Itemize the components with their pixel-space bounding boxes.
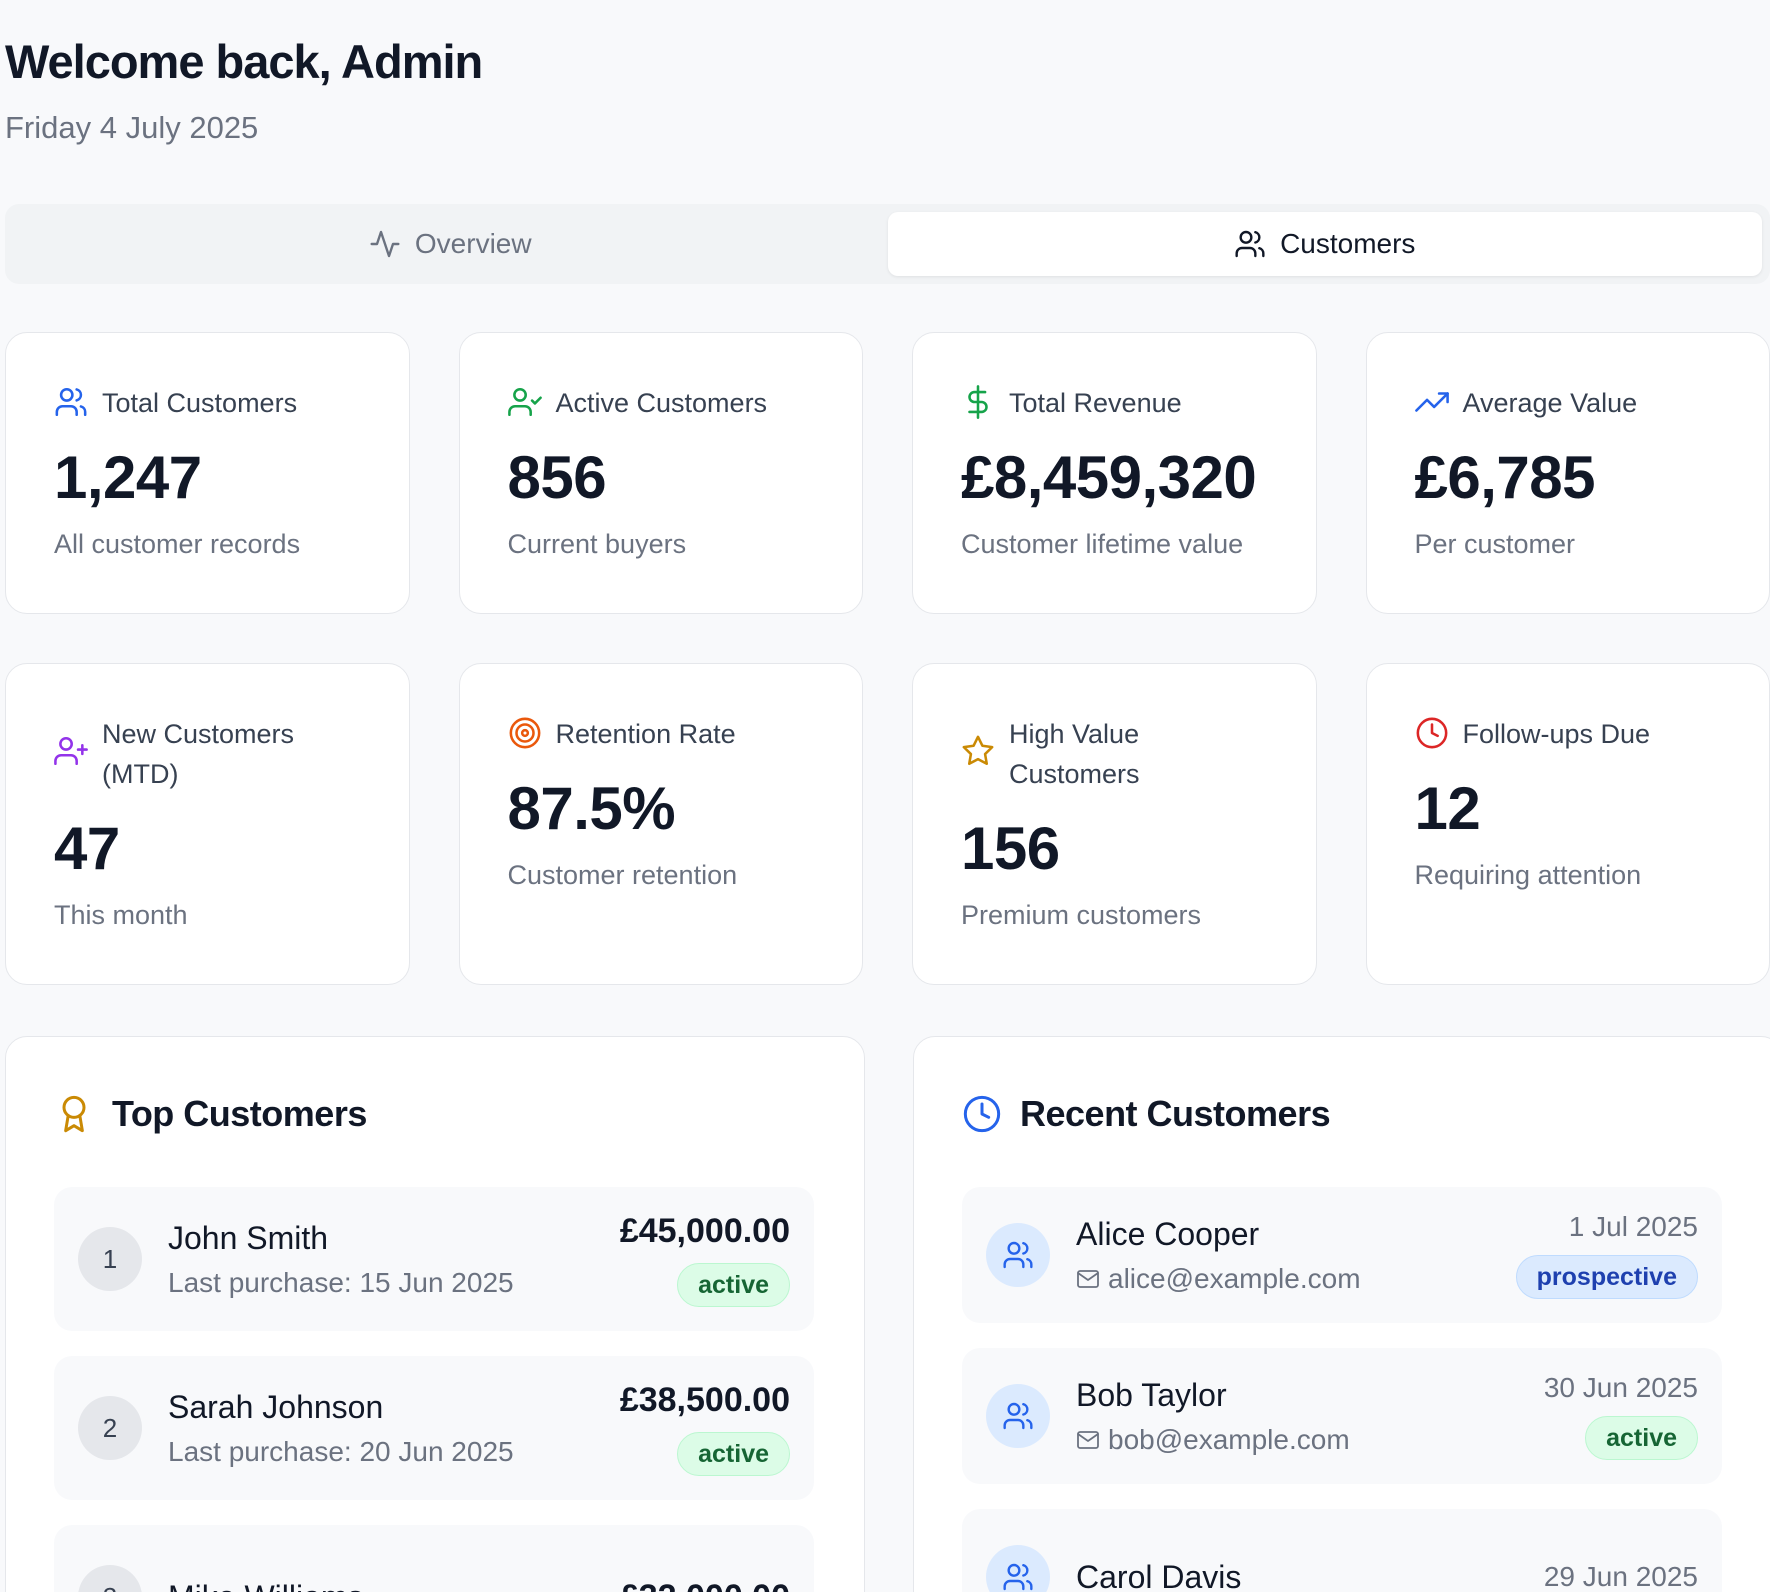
clock-icon xyxy=(1416,717,1447,749)
page-title: Welcome back, Admin xyxy=(5,35,483,88)
dollar-icon xyxy=(968,385,988,419)
customer-date: 30 Jun 2025 xyxy=(1543,1372,1698,1403)
stat-subtitle: Per customer xyxy=(1414,529,1576,559)
trending-up-icon xyxy=(1414,392,1449,412)
stat-value: 1,247 xyxy=(54,444,202,511)
stat-card-total-customers: Total Customers 1,247 All customer recor… xyxy=(5,332,410,614)
stat-subtitle: Current buyers xyxy=(507,529,687,559)
tab-customers[interactable]: Customers xyxy=(887,212,1762,276)
avatar xyxy=(986,1384,1050,1448)
customer-name: John Smith xyxy=(168,1219,329,1256)
customer-date: 29 Jun 2025 xyxy=(1543,1561,1698,1592)
customer-email: bob@example.com xyxy=(1108,1423,1350,1455)
top-customer-item[interactable]: 3 Mike Williams £32,000.00 xyxy=(54,1525,814,1592)
tab-customers-label: Customers xyxy=(1280,228,1416,259)
stat-card-high-value: High Value Customers 156 Premium custome… xyxy=(912,663,1317,985)
status-badge: prospective xyxy=(1515,1255,1698,1299)
stat-label: Total Revenue xyxy=(1009,388,1182,418)
stat-card-total-revenue: Total Revenue £8,459,320 Customer lifeti… xyxy=(912,332,1317,614)
stat-subtitle: This month xyxy=(54,900,188,930)
users-icon xyxy=(1003,1402,1033,1430)
stat-card-new-customers: New Customers (MTD) 47 This month xyxy=(5,663,410,985)
customer-name: Mike Williams xyxy=(168,1579,620,1592)
stat-value: 12 xyxy=(1414,775,1481,842)
star-icon xyxy=(962,735,994,766)
user-check-icon xyxy=(507,387,542,417)
customer-name: Bob Taylor xyxy=(1076,1376,1227,1413)
status-badge: active xyxy=(677,1431,790,1476)
top-customers-panel: Top Customers 1 John Smith Last purchase… xyxy=(5,1036,865,1592)
stat-label: Active Customers xyxy=(555,388,768,418)
user-plus-icon xyxy=(54,736,88,766)
stat-value: 47 xyxy=(54,815,120,882)
stat-label: Total Customers xyxy=(102,388,298,418)
tab-overview[interactable]: Overview xyxy=(13,212,888,276)
mail-icon xyxy=(1077,1430,1099,1449)
status-badge: active xyxy=(1585,1416,1698,1460)
stat-value: 156 xyxy=(961,815,1060,882)
stat-card-active-customers: Active Customers 856 Current buyers xyxy=(458,332,863,614)
stat-subtitle: Customer lifetime value xyxy=(961,529,1244,559)
tab-overview-label: Overview xyxy=(414,228,532,259)
tab-bar: Overview Customers xyxy=(5,204,1770,284)
panel-title: Recent Customers xyxy=(1020,1093,1331,1134)
rank-badge: 2 xyxy=(78,1396,142,1460)
stat-value: 87.5% xyxy=(507,775,676,842)
users-icon xyxy=(1235,230,1265,258)
last-purchase: Last purchase: 15 Jun 2025 xyxy=(168,1266,514,1298)
users-icon xyxy=(1003,1563,1033,1591)
stat-subtitle: Premium customers xyxy=(961,900,1202,930)
rank-badge: 1 xyxy=(78,1227,142,1291)
award-icon xyxy=(62,1095,86,1133)
status-badge: active xyxy=(677,1262,790,1307)
stats-grid: Total Customers 1,247 All customer recor… xyxy=(5,332,1770,985)
stat-card-retention-rate: Retention Rate 87.5% Customer retention xyxy=(458,663,863,985)
clock-icon xyxy=(963,1095,1001,1133)
users-icon xyxy=(55,387,87,417)
top-customer-item[interactable]: 1 John Smith Last purchase: 15 Jun 2025 … xyxy=(54,1187,814,1331)
stat-card-average-value: Average Value £6,785 Per customer xyxy=(1365,332,1770,614)
customer-name: Alice Cooper xyxy=(1076,1215,1260,1252)
stat-card-followups: Follow-ups Due 12 Requiring attention xyxy=(1365,663,1770,985)
stat-subtitle: Customer retention xyxy=(507,860,738,890)
stat-value: £8,459,320 xyxy=(961,444,1257,511)
users-icon xyxy=(1003,1241,1033,1269)
page-date: Friday 4 July 2025 xyxy=(5,109,259,145)
customer-amount: £32,000.00 xyxy=(620,1578,790,1592)
mail-icon xyxy=(1077,1269,1099,1288)
stat-label: Average Value xyxy=(1462,388,1638,418)
stat-subtitle: Requiring attention xyxy=(1414,860,1642,890)
stat-label: High Value Customers xyxy=(1009,719,1140,789)
customer-amount: £45,000.00 xyxy=(619,1211,790,1250)
customer-amount: £38,500.00 xyxy=(619,1380,790,1419)
customer-email: alice@example.com xyxy=(1108,1262,1361,1294)
rank-badge: 3 xyxy=(78,1565,142,1592)
avatar xyxy=(986,1545,1050,1592)
stat-value: 856 xyxy=(507,444,607,511)
stat-subtitle: All customer records xyxy=(54,529,301,559)
avatar xyxy=(986,1223,1050,1287)
top-customer-item[interactable]: 2 Sarah Johnson Last purchase: 20 Jun 20… xyxy=(54,1356,814,1500)
stat-label: New Customers (MTD) xyxy=(102,719,295,789)
page-header: Welcome back, Admin Friday 4 July 2025 xyxy=(5,35,483,146)
recent-customer-item[interactable]: Carol Davis 29 Jun 2025 xyxy=(962,1509,1722,1592)
recent-customer-item[interactable]: Alice Cooper alice@example.com 1 Jul 202… xyxy=(962,1187,1722,1323)
recent-customer-item[interactable]: Bob Taylor bob@example.com 30 Jun 2025 a… xyxy=(962,1348,1722,1484)
customer-name: Sarah Johnson xyxy=(168,1388,384,1425)
customer-date: 1 Jul 2025 xyxy=(1568,1211,1698,1242)
stat-label: Retention Rate xyxy=(555,719,736,749)
target-icon xyxy=(509,717,540,749)
activity-icon xyxy=(370,230,400,258)
customer-name: Carol Davis xyxy=(1076,1558,1242,1592)
stat-value: £6,785 xyxy=(1414,444,1596,511)
panel-title: Top Customers xyxy=(112,1093,367,1134)
last-purchase: Last purchase: 20 Jun 2025 xyxy=(168,1435,514,1467)
recent-customers-panel: Recent Customers Alice Cooper alice@exam… xyxy=(913,1036,1770,1592)
stat-label: Follow-ups Due xyxy=(1462,719,1651,749)
